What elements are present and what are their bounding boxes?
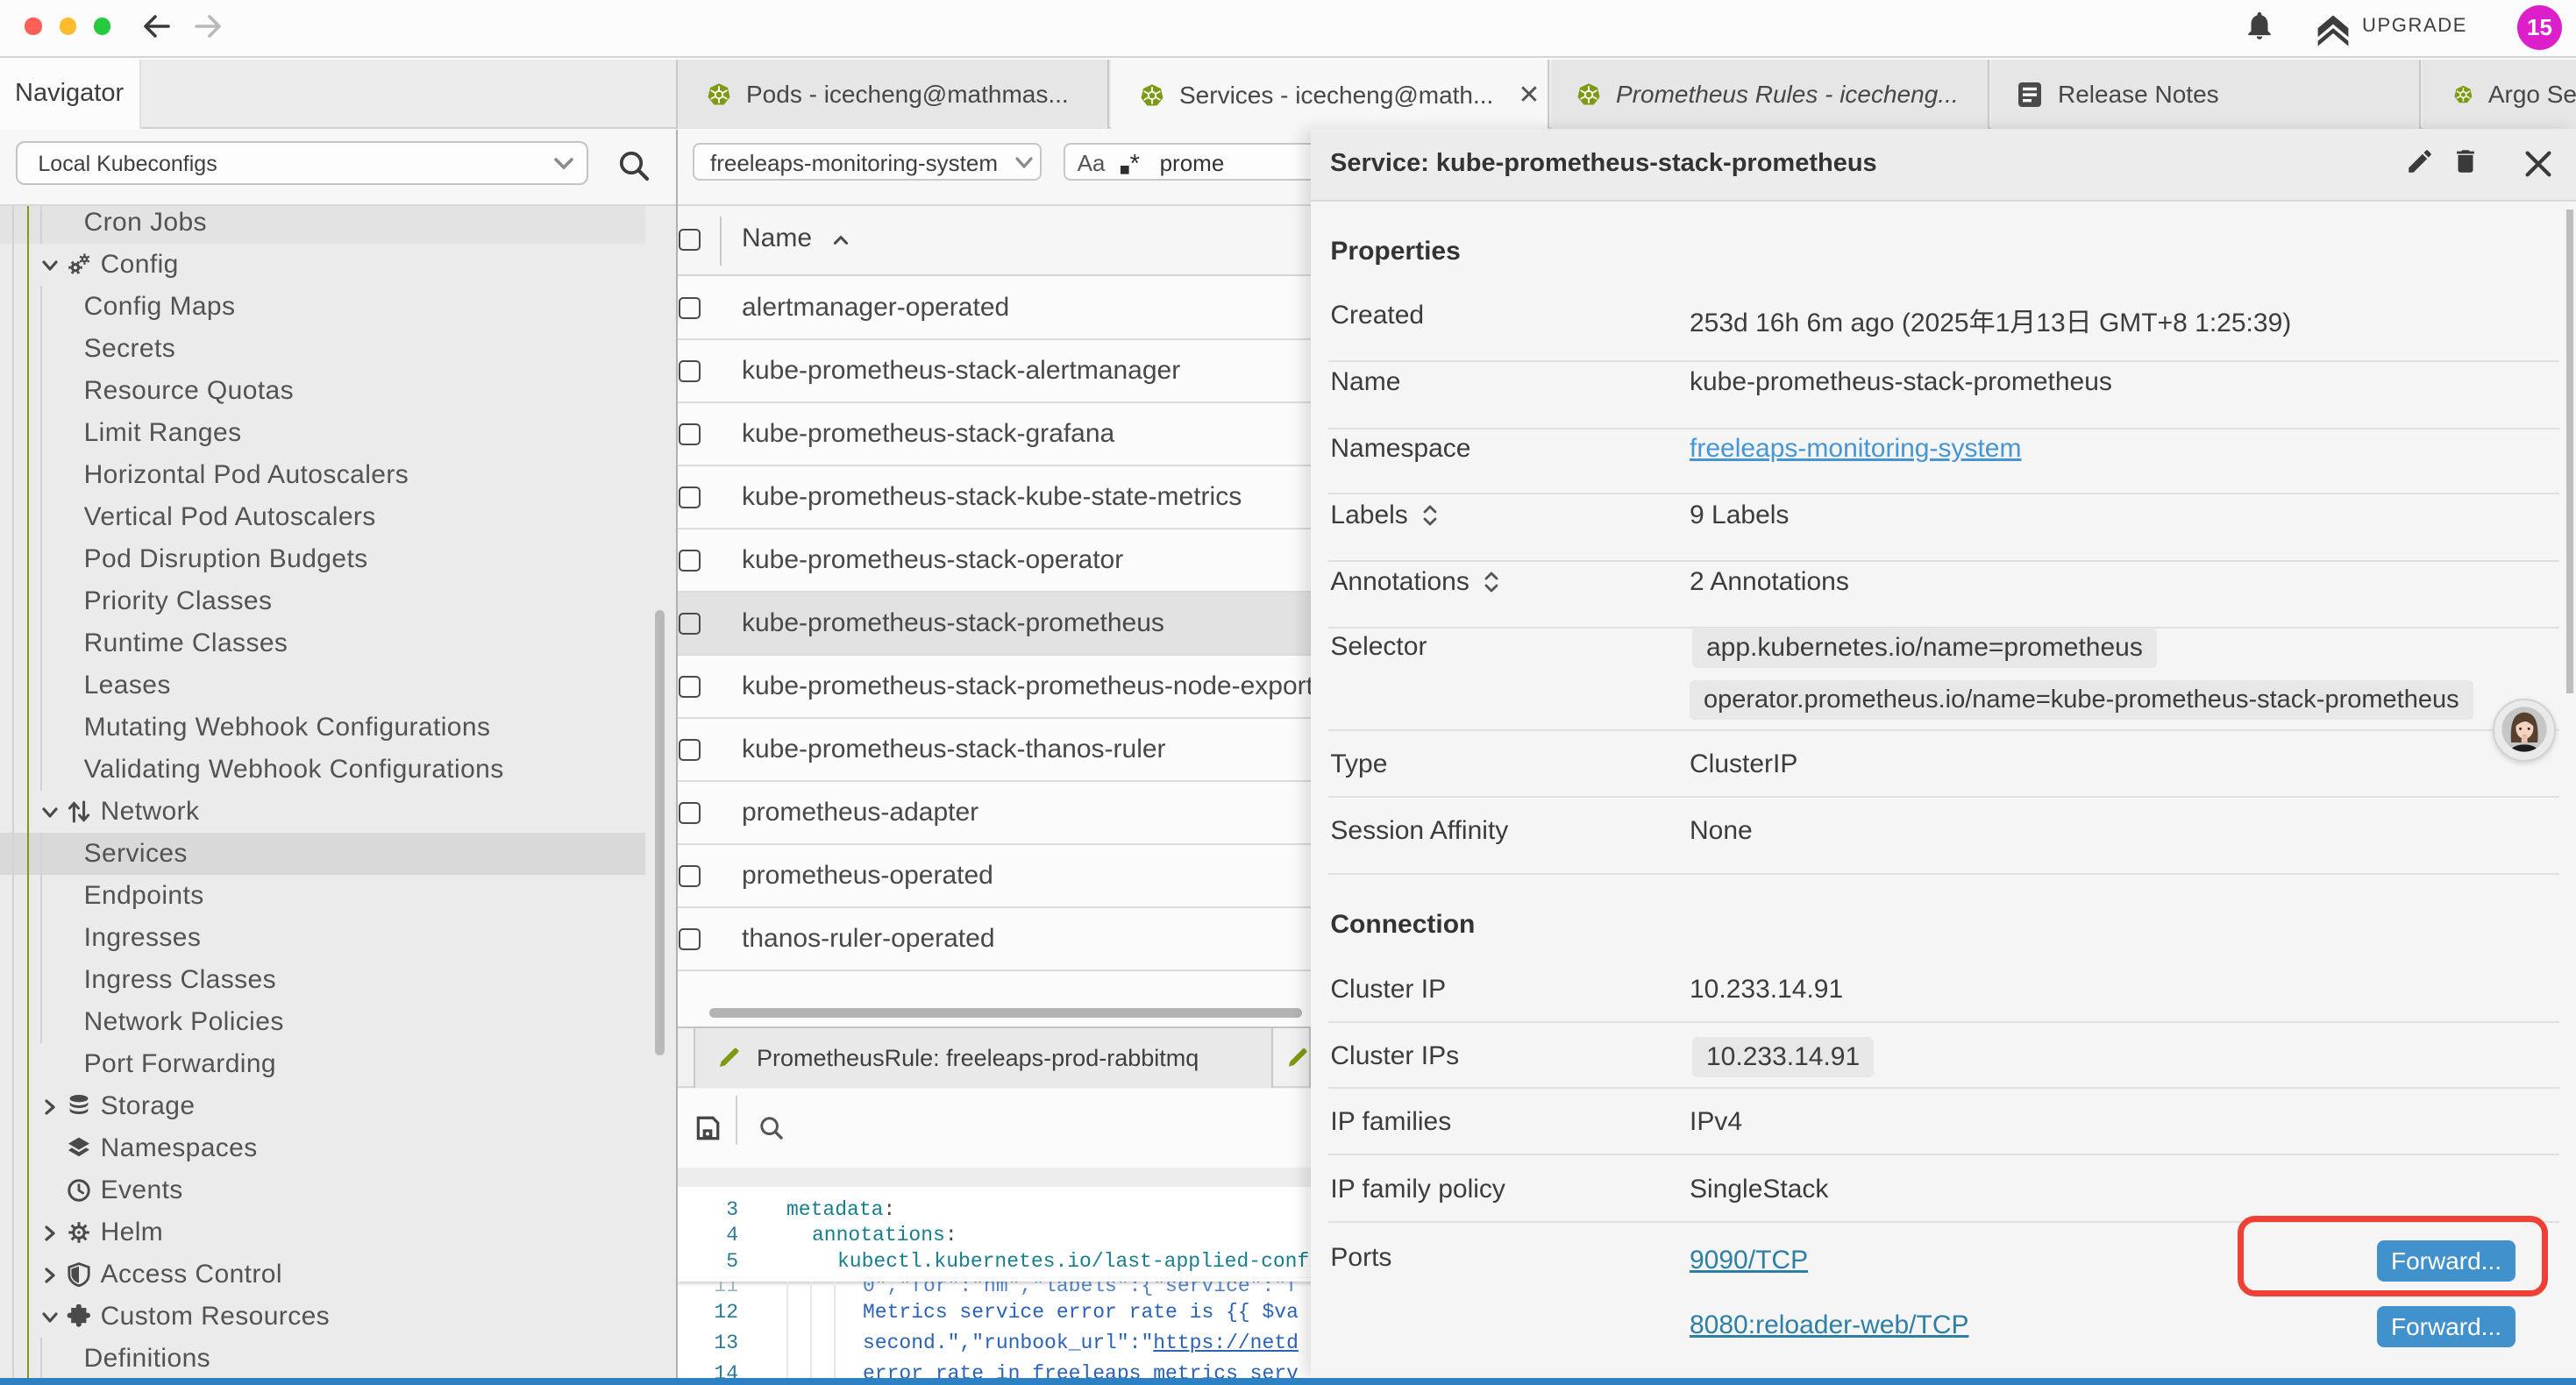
- svg-text:*: *: [1129, 152, 1139, 176]
